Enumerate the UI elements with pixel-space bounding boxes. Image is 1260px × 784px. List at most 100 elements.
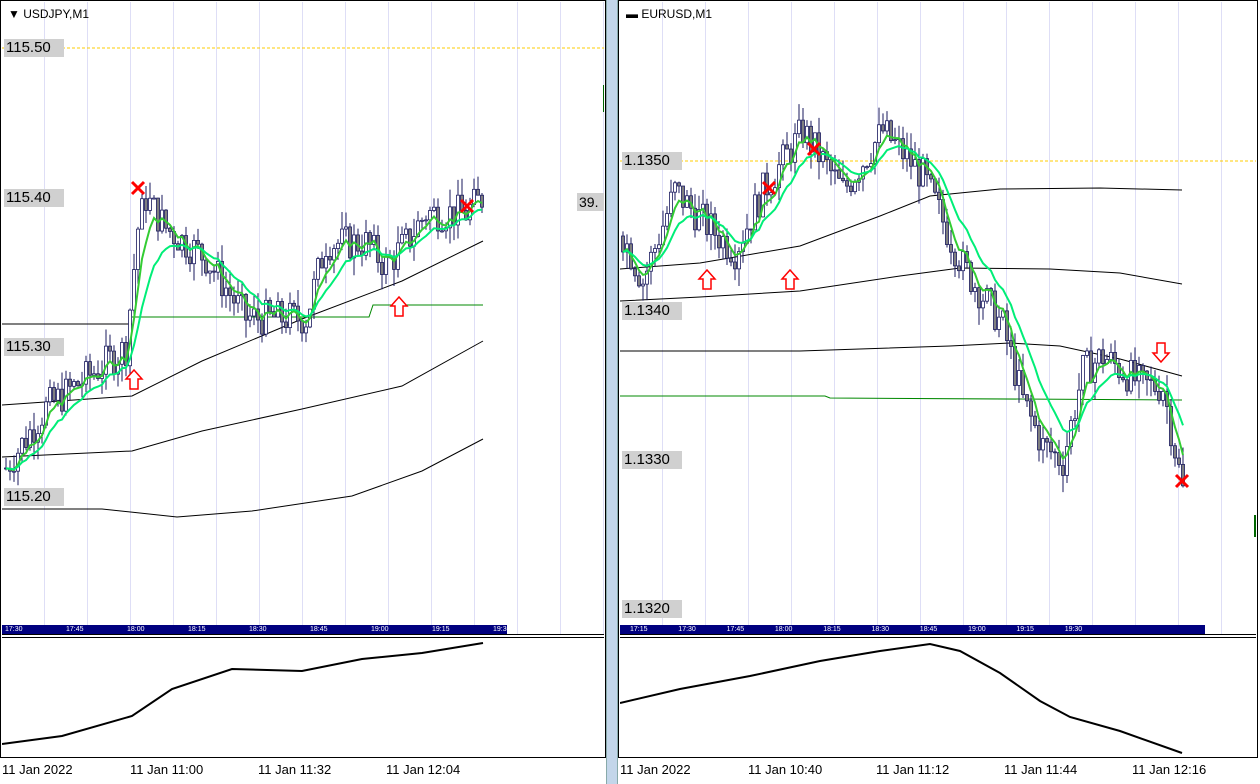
candle bbox=[1157, 391, 1161, 401]
price-label: 115.20 bbox=[4, 488, 64, 506]
candle bbox=[380, 262, 384, 275]
indicator-line bbox=[620, 642, 1183, 754]
candle bbox=[881, 124, 885, 132]
candle bbox=[1009, 340, 1013, 347]
axis-label: 17:30 bbox=[678, 626, 696, 633]
candle bbox=[332, 248, 336, 261]
candle bbox=[284, 321, 288, 329]
axis-label: 11 Jan 11:32 bbox=[258, 762, 332, 777]
axis-label: 11 Jan 2022 bbox=[620, 762, 691, 777]
usdjpy-chart-window[interactable]: ▼ USDJPY,M1 115.50 115.40 115.30 115.20 … bbox=[0, 0, 606, 758]
candle bbox=[1073, 418, 1077, 421]
candle bbox=[961, 251, 965, 272]
candle bbox=[156, 197, 160, 232]
candle bbox=[1021, 370, 1025, 396]
candle bbox=[841, 177, 845, 182]
dropdown-triangle-icon[interactable]: ▼ bbox=[8, 7, 23, 21]
candle bbox=[945, 221, 949, 245]
candle bbox=[981, 300, 985, 309]
price-label: 1.1350 bbox=[622, 152, 682, 170]
oscillator-line bbox=[620, 642, 1183, 754]
candle bbox=[92, 373, 96, 376]
candle bbox=[24, 437, 28, 448]
candle bbox=[681, 185, 685, 208]
candle bbox=[1089, 350, 1093, 383]
buy-arrow-icon bbox=[697, 268, 717, 290]
axis-label: 18:45 bbox=[310, 626, 328, 633]
candle bbox=[893, 139, 897, 142]
candle bbox=[621, 235, 625, 253]
buy-arrow-icon bbox=[389, 295, 409, 317]
candle bbox=[641, 283, 645, 287]
price-label: 1.1320 bbox=[622, 600, 682, 618]
indicator-line bbox=[620, 395, 1183, 401]
candle bbox=[1013, 346, 1017, 386]
collapse-arrow-icon[interactable]: ▬ bbox=[626, 7, 641, 21]
axis-label: 11 Jan 10:40 bbox=[748, 762, 823, 777]
candle bbox=[324, 256, 328, 269]
candle bbox=[1125, 379, 1129, 392]
candle bbox=[320, 258, 324, 269]
axis-label: 18:45 bbox=[919, 626, 938, 633]
candle bbox=[20, 437, 24, 454]
candle bbox=[260, 319, 264, 335]
usdjpy-title: ▼ USDJPY,M1 bbox=[8, 7, 89, 21]
axis-label: 19:00 bbox=[371, 626, 389, 633]
indicator-line bbox=[2, 642, 484, 745]
candle bbox=[749, 228, 753, 231]
candle bbox=[1085, 350, 1089, 356]
axis-label: 17:15 bbox=[630, 626, 648, 633]
eurusd-price-pane[interactable]: ▬ EURUSD,M1 1.1350 1.1340 1.1330 1.1320 … bbox=[620, 2, 1256, 635]
candle bbox=[1121, 377, 1125, 381]
axis-label: 11 Jan 12:04 bbox=[386, 762, 461, 777]
candle bbox=[1173, 445, 1177, 459]
candle bbox=[1133, 360, 1137, 382]
candle bbox=[148, 197, 152, 211]
candle bbox=[136, 228, 140, 270]
scroll-marker[interactable] bbox=[1254, 515, 1256, 537]
axis-label: 17:45 bbox=[726, 626, 745, 633]
candle bbox=[1053, 451, 1057, 454]
band-line bbox=[2, 340, 484, 458]
axis-label: 17:30 bbox=[5, 626, 23, 633]
candle bbox=[108, 345, 112, 352]
price-label: 115.30 bbox=[4, 338, 64, 356]
axis-label: 19:15 bbox=[1016, 626, 1034, 633]
candle bbox=[673, 182, 677, 193]
candle bbox=[657, 244, 661, 249]
sell-arrow-icon bbox=[1151, 342, 1171, 364]
candle bbox=[424, 219, 428, 222]
candle bbox=[56, 388, 60, 401]
candle bbox=[12, 470, 16, 473]
window-splitter[interactable] bbox=[606, 0, 618, 784]
symbol-label: EURUSD,M1 bbox=[641, 7, 713, 21]
candle bbox=[1033, 415, 1037, 426]
eurusd-chart-window[interactable]: ▬ EURUSD,M1 1.1350 1.1340 1.1330 1.1320 … bbox=[618, 0, 1258, 758]
candle bbox=[797, 119, 801, 135]
candle bbox=[480, 194, 484, 208]
candle bbox=[729, 257, 733, 263]
usdjpy-price-pane[interactable]: ▼ USDJPY,M1 115.50 115.40 115.30 115.20 … bbox=[2, 2, 604, 635]
candle bbox=[697, 209, 701, 231]
candle bbox=[829, 159, 833, 172]
candle bbox=[865, 166, 869, 169]
candle bbox=[224, 287, 228, 297]
candle bbox=[1141, 365, 1145, 372]
price-label: 1.1340 bbox=[622, 302, 682, 320]
scroll-marker[interactable] bbox=[603, 85, 604, 112]
candle bbox=[400, 233, 404, 244]
axis-label: 18:30 bbox=[871, 626, 890, 633]
candle bbox=[292, 302, 296, 307]
axis-label: 19:00 bbox=[968, 626, 986, 633]
candle bbox=[432, 206, 436, 211]
candle bbox=[1025, 394, 1029, 402]
axis-label: 11 Jan 12:16 bbox=[1132, 762, 1207, 777]
time-axis: 17:15 17:30 17:45 18:00 18:15 18:30 18:45 19:00… bbox=[620, 625, 1205, 634]
candle bbox=[885, 120, 889, 132]
axis-label: 18:30 bbox=[249, 626, 267, 633]
candle bbox=[721, 236, 725, 249]
oscillator-line bbox=[2, 642, 484, 745]
candle bbox=[937, 191, 941, 200]
candle bbox=[356, 234, 360, 252]
candle bbox=[1149, 379, 1153, 381]
